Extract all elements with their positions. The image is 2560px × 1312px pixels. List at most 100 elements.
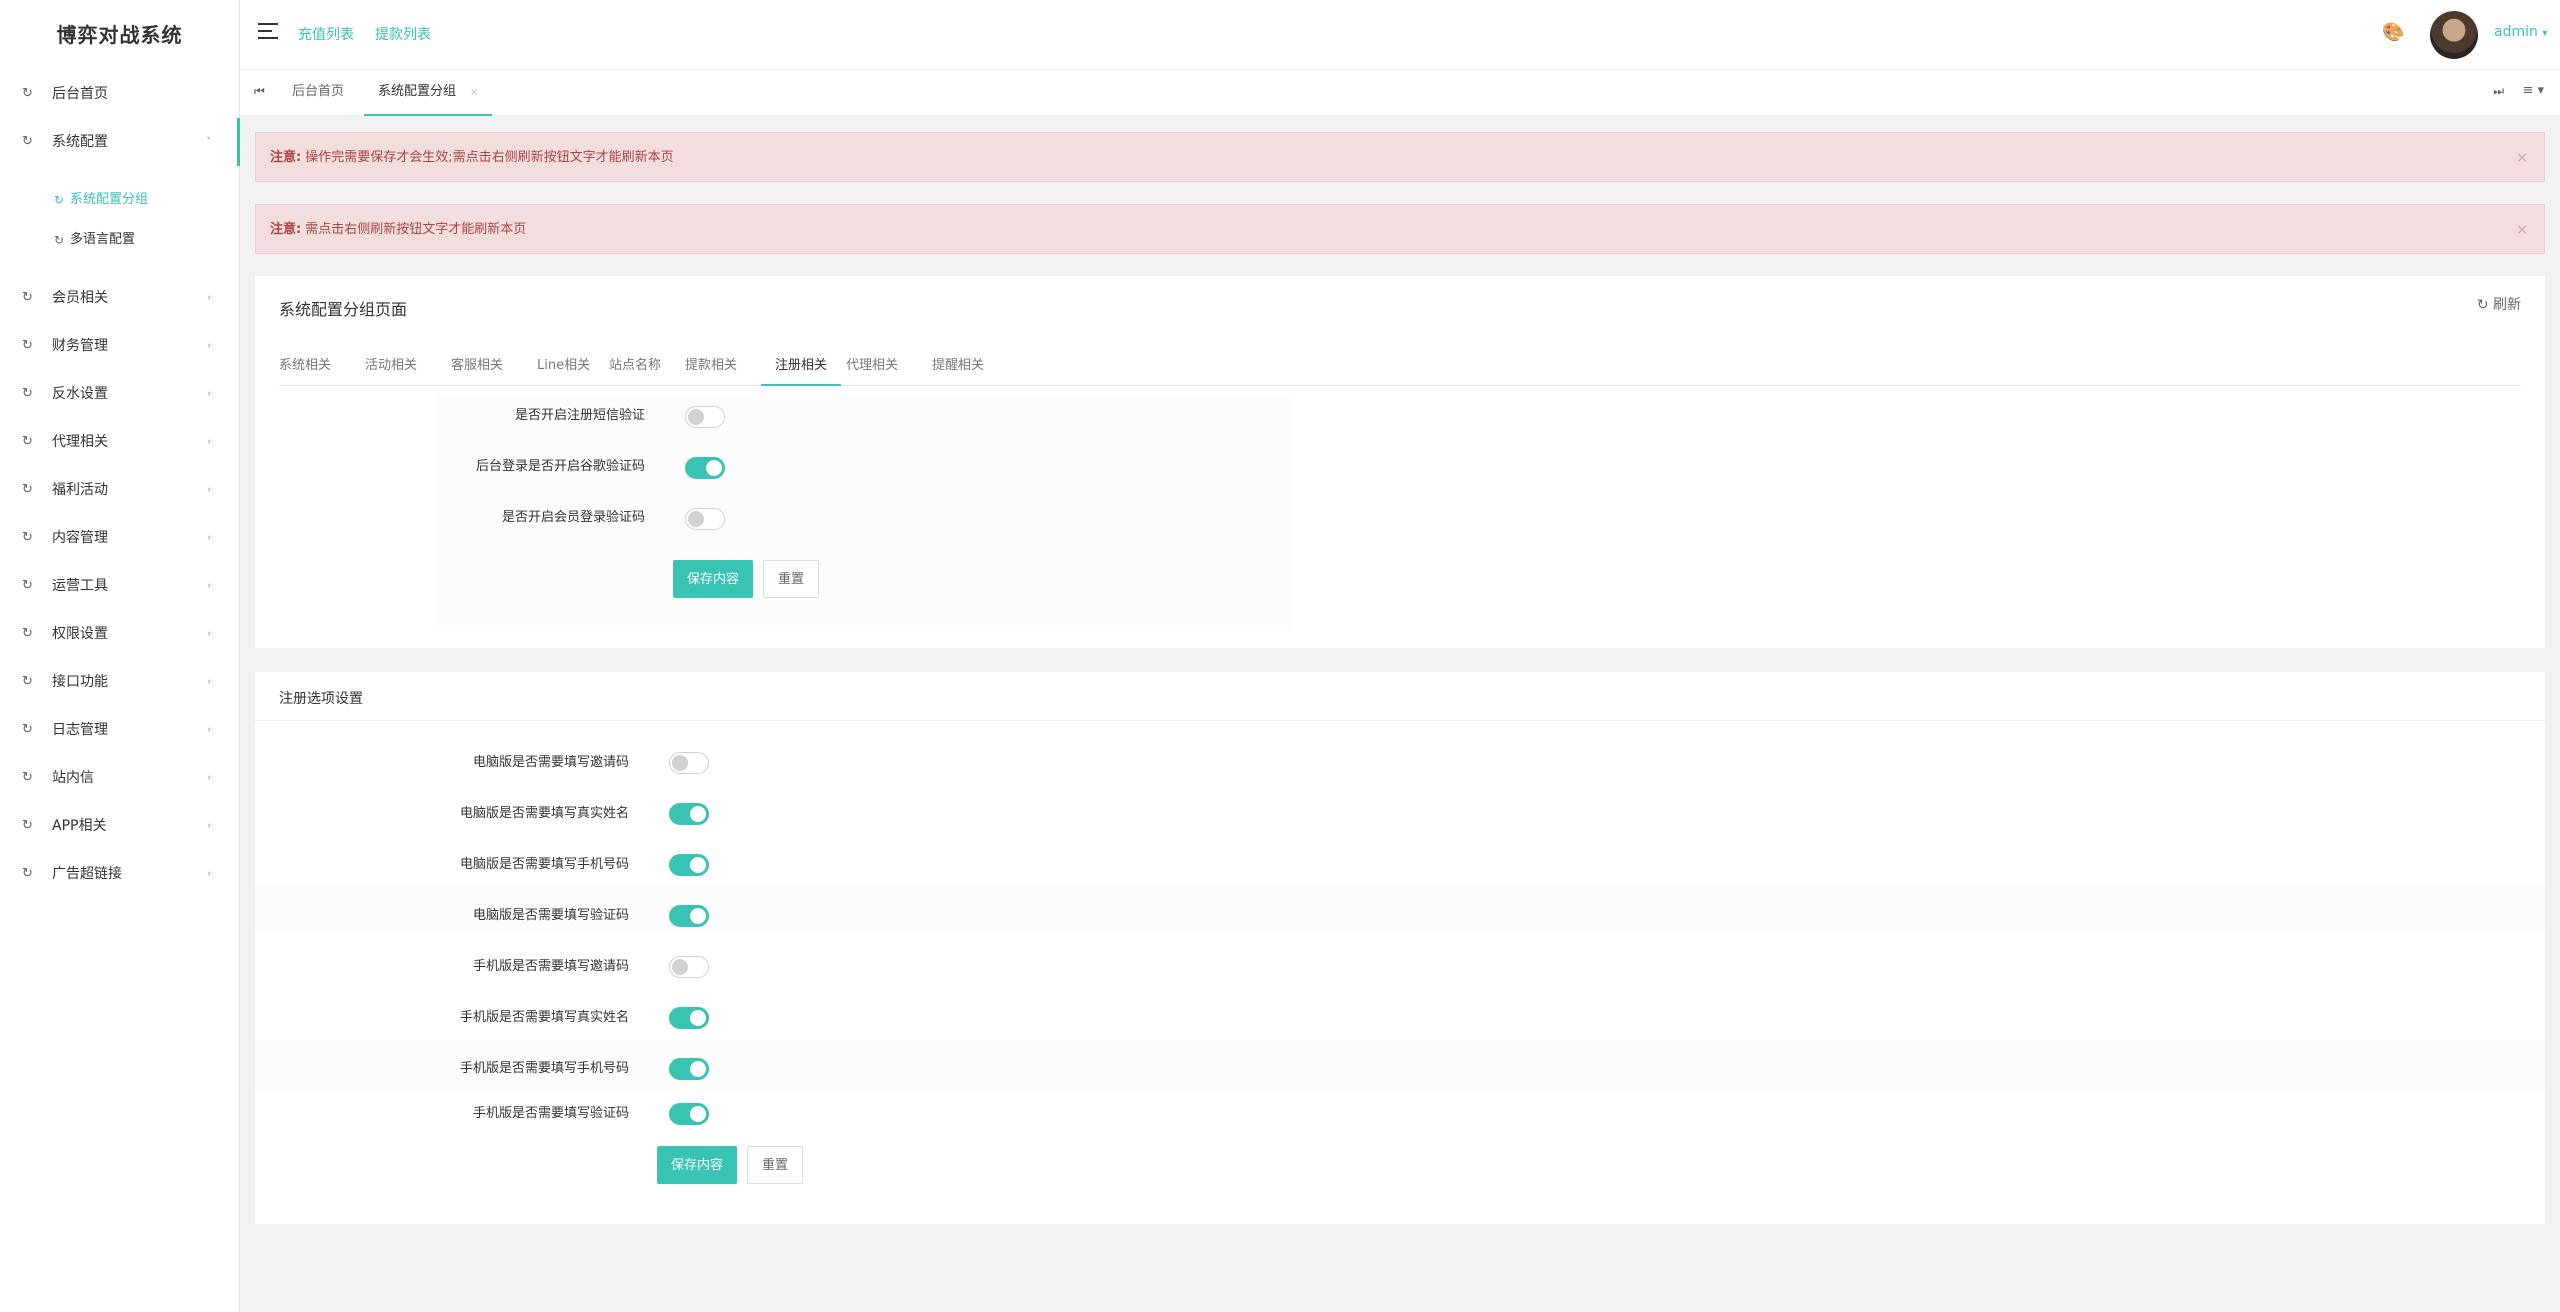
alert-prefix: 注意: [270,222,302,237]
sidebar-item[interactable]: ↻ 站内信 › [0,754,239,802]
recharge-list-link[interactable]: 充值列表 [298,24,354,44]
sidebar: 博弈对战系统 ↻ 后台首页 ↻ 系统配置 ˅ ↻ 系统配置分组 ↻ 多语言配置 … [0,0,240,1312]
sidebar-item[interactable]: ↻ 福利活动 › [0,466,239,514]
top-header: 充值列表 提款列表 🎨 admin ▾ [240,0,2560,70]
toggle-switch[interactable] [669,854,709,876]
sidebar-item-label: 福利活动 [52,482,108,498]
toggle-switch[interactable] [669,1058,709,1080]
tab-label: 系统配置分组 [378,84,457,99]
refresh-button[interactable]: ↻ 刷新 [2477,294,2521,314]
field-label: 电脑版是否需要填写邀请码 [472,755,629,770]
config-tab[interactable]: Line相关 [537,346,590,386]
form-row: 手机版是否需要填写邀请码 [255,949,629,985]
refresh-icon: ↻ [22,578,33,593]
tab-home[interactable]: 后台首页 [278,70,358,116]
withdraw-list-link[interactable]: 提款列表 [375,24,431,44]
close-icon[interactable]: × [470,87,478,98]
page-title: 系统配置分组页面 [279,300,408,319]
toggle-switch[interactable] [669,1007,709,1029]
chevron-icon: › [207,725,211,735]
sidebar-item[interactable]: ↻ 代理相关 › [0,418,239,466]
refresh-label: 刷新 [2493,297,2521,313]
sidebar-item[interactable]: ↻ 财务管理 › [0,322,239,370]
sidebar-item[interactable]: ↻ 接口功能 › [0,658,239,706]
field-label: 手机版是否需要填写真实姓名 [459,1010,629,1025]
config-tab[interactable]: 提款相关 [685,346,737,386]
sidebar-item[interactable]: ↻ 日志管理 › [0,706,239,754]
form-row: 手机版是否需要填写真实姓名 [255,1000,629,1036]
toggle-switch[interactable] [685,406,725,428]
sidebar-item-label: APP相关 [52,818,107,834]
avatar[interactable] [2430,11,2478,59]
toggle-switch[interactable] [685,457,725,479]
scroll-left-icon[interactable]: ⏮ [254,84,265,99]
alert-notice: 注意: 操作完需要保存才会生效;需点击右侧刷新按钮文字才能刷新本页 × [255,132,2545,182]
tab-system-config-group[interactable]: 系统配置分组 × [364,70,493,116]
chevron-icon: › [207,677,211,687]
config-tab[interactable]: 注册相关 [761,346,842,386]
config-group-card: 系统配置分组页面 ↻ 刷新 系统相关 活动相关 客服相关 Line相关 站点名称 提款相关… [255,276,2545,648]
chevron-icon: › [207,389,211,399]
toggle-switch[interactable] [669,956,709,978]
scroll-right-icon[interactable]: ⏭ [2493,84,2504,99]
sidebar-item[interactable]: ↻ 会员相关 › [0,274,239,322]
sidebar-subitem[interactable]: ↻ 多语言配置 [0,220,239,260]
sidebar-item-label: 站内信 [52,770,94,786]
chevron-icon: › [207,821,211,831]
toggle-knob [690,1106,706,1122]
form-row: 电脑版是否需要填写邀请码 [255,745,629,781]
menu-toggle-icon[interactable] [258,23,278,41]
config-tab[interactable]: 客服相关 [451,346,503,386]
chevron-icon: › [207,485,211,495]
save-button[interactable]: 保存内容 [673,560,754,598]
toggle-switch[interactable] [669,752,709,774]
sidebar-item[interactable]: ↻ 广告超链接 › [0,850,239,898]
config-tab[interactable]: 提醒相关 [932,346,984,386]
refresh-icon: ↻ [22,626,33,641]
save-button[interactable]: 保存内容 [657,1146,738,1184]
palette-icon[interactable]: 🎨 [2382,22,2404,43]
sidebar-item[interactable]: ↻ 后台首页 [0,70,239,118]
alert-text: 操作完需要保存才会生效;需点击右侧刷新按钮文字才能刷新本页 [305,150,674,165]
config-tab[interactable]: 代理相关 [846,346,898,386]
refresh-icon: ↻ [22,482,33,497]
sidebar-item[interactable]: ↻ 内容管理 › [0,514,239,562]
sidebar-item[interactable]: ↻ APP相关 › [0,802,239,850]
sidebar-subitem-label: 系统配置分组 [70,192,149,207]
app-logo-title: 博弈对战系统 [56,23,183,47]
sidebar-item-label: 日志管理 [52,722,108,738]
sidebar-item-label: 系统配置 [52,134,108,150]
toggle-switch[interactable] [669,803,709,825]
sidebar-item[interactable]: ↻ 系统配置 ˅ [0,118,240,166]
user-menu[interactable]: admin ▾ [2494,24,2547,40]
sidebar-item-label: 后台首页 [52,86,108,102]
sidebar-item[interactable]: ↻ 反水设置 › [0,370,239,418]
sidebar-subitem[interactable]: ↻ 系统配置分组 [0,180,239,220]
form-row: 是否开启注册短信验证 [255,398,645,434]
close-icon[interactable]: × [2516,205,2528,255]
sidebar-item-label: 反水设置 [52,386,108,402]
refresh-icon: ↻ [54,193,65,207]
toggle-switch[interactable] [669,1103,709,1125]
chevron-icon: › [207,773,211,783]
refresh-icon: ↻ [22,770,33,785]
config-tab[interactable]: 站点名称 [609,346,661,386]
config-tab[interactable]: 活动相关 [365,346,417,386]
config-tab[interactable]: 系统相关 [279,346,331,386]
sidebar-item-label: 运营工具 [52,578,108,594]
toggle-switch[interactable] [685,508,725,530]
toggle-knob [672,755,688,771]
reset-button[interactable]: 重置 [747,1146,804,1184]
form-row: 后台登录是否开启谷歌验证码 [255,449,645,485]
close-icon[interactable]: × [2516,133,2528,183]
toggle-switch[interactable] [669,905,709,927]
sidebar-item-label: 财务管理 [52,338,108,354]
sidebar-item-label: 权限设置 [52,626,108,642]
tabs-menu-icon[interactable]: ≡ ▾ [2522,83,2544,98]
refresh-icon: ↻ [22,86,33,101]
sidebar-item[interactable]: ↻ 权限设置 › [0,610,239,658]
sidebar-item[interactable]: ↻ 运营工具 › [0,562,239,610]
toggle-knob [690,908,706,924]
reset-button[interactable]: 重置 [763,560,820,598]
form-row: 电脑版是否需要填写手机号码 [255,847,629,883]
